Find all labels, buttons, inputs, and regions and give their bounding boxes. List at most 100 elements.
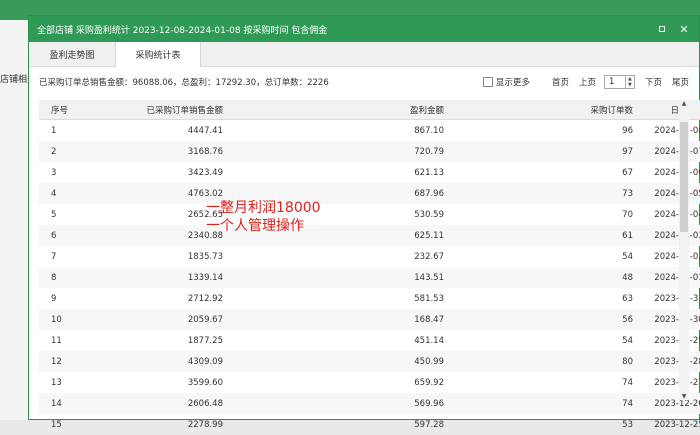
table-row[interactable]: 7 1835.73 232.67 54 2024-01-02	[39, 246, 700, 267]
cell-sales: 3599.60	[187, 377, 223, 388]
cell-sales: 4309.09	[82, 351, 303, 372]
summary-text: 已采购订单总销售金额：96088.06，总盈利：17292.30，总订单数：22…	[39, 78, 329, 88]
cell-index: 8	[39, 267, 82, 288]
col-header-date[interactable]: 日期	[633, 100, 700, 120]
cell-sales: 1339.14	[82, 267, 303, 288]
cell-index: 1	[51, 125, 57, 136]
cell-date: 2024-01-07	[633, 141, 700, 162]
overlay-line-2: 一个人管理操作	[206, 218, 304, 234]
show-more-checkbox[interactable]	[482, 77, 493, 87]
scroll-up-icon[interactable]: ▲	[679, 100, 689, 107]
cell-profit: 232.67	[414, 251, 444, 262]
table-row[interactable]: 10 2059.67 168.47 56 2023-12-30	[39, 309, 700, 330]
table-row[interactable]: 9 2712.92 581.53 63 2023-12-31	[39, 288, 700, 309]
cell-index: 7	[51, 251, 57, 262]
cell-date: 2024-01-06	[654, 167, 700, 178]
cell-date: 2024-01-03	[633, 225, 700, 246]
cell-profit: 625.11	[303, 225, 444, 246]
cell-index: 13	[51, 377, 62, 388]
col-header-index[interactable]: 序号	[39, 100, 82, 120]
stats-table: 序号 已采购订单销售金额 盈利金额 采购订单数 日期 1 4447.41 867.1…	[39, 100, 700, 435]
col-header-orders[interactable]: 采购订单数	[444, 100, 633, 120]
cell-profit: 687.96	[303, 183, 444, 204]
table-row[interactable]: 5 2652.65 530.59 70 2024-01-04	[39, 204, 700, 225]
page-number-input[interactable]: 1	[603, 75, 626, 89]
table-row[interactable]: 2 3168.76 720.79 97 2024-01-07	[39, 141, 700, 162]
dialog-tabs: 盈利走势图 采购统计表	[29, 42, 699, 67]
cell-index: 12	[39, 351, 82, 372]
table-scrollbar[interactable]: ▲ ▼	[679, 100, 689, 400]
tab-purchase-table[interactable]: 采购统计表	[115, 42, 201, 67]
cell-index: 11	[51, 335, 62, 346]
cell-profit: 597.28	[414, 419, 444, 430]
cell-sales: 2059.67	[82, 309, 303, 330]
cell-profit: 569.96	[303, 393, 444, 414]
table-row[interactable]: 3 3423.49 621.13 67 2024-01-06	[39, 162, 700, 183]
prev-page-link[interactable]: 上页	[579, 76, 596, 88]
col-header-sales[interactable]: 已采购订单销售金额	[82, 100, 303, 120]
table-row[interactable]: 11 1877.25 451.14 54 2023-12-29	[39, 330, 700, 351]
cell-orders: 80	[444, 351, 633, 372]
cell-orders: 54	[622, 251, 633, 262]
cell-index: 2	[39, 141, 82, 162]
cell-date: 2024-01-08	[654, 125, 700, 136]
cell-sales: 1877.25	[187, 335, 223, 346]
scrollbar-thumb[interactable]	[680, 122, 688, 232]
cell-index: 14	[39, 393, 82, 414]
last-page-link[interactable]: 尾页	[672, 76, 689, 88]
cell-date: 2023-12-29	[654, 335, 700, 346]
cell-date: 2024-01-04	[654, 209, 700, 220]
table-row[interactable]: 12 4309.09 450.99 80 2023-12-28	[39, 351, 700, 372]
cell-orders: 56	[444, 309, 633, 330]
table-row[interactable]: 14 2606.48 569.96 74 2023-12-26	[39, 393, 700, 414]
page-spinner[interactable]: ▲ ▼	[625, 75, 635, 89]
cell-orders: 48	[444, 267, 633, 288]
cell-profit: 867.10	[414, 125, 444, 136]
cell-orders: 73	[444, 183, 633, 204]
background-sidebar: 店铺相关	[0, 20, 36, 420]
table-row[interactable]: 4 4763.02 687.96 73 2024-01-05	[39, 183, 700, 204]
table-row[interactable]: 8 1339.14 143.51 48 2024-01-01	[39, 267, 700, 288]
stats-table-area: 序号 已采购订单销售金额 盈利金额 采购订单数 日期 1 4447.41 867.1…	[39, 100, 700, 430]
maximize-icon[interactable]	[655, 22, 669, 36]
cell-sales: 3423.49	[187, 167, 223, 178]
cell-date: 2023-12-30	[633, 309, 700, 330]
cell-date: 2024-01-05	[633, 183, 700, 204]
table-row[interactable]: 1 4447.41 867.10 96 2024-01-08	[39, 120, 700, 142]
cell-profit: 143.51	[303, 267, 444, 288]
table-toolbar: 已采购订单总销售金额：96088.06，总盈利：17292.30，总订单数：22…	[29, 67, 699, 97]
purchase-stats-dialog: 全部店铺 采购盈利统计 2023-12-08-2024-01-08 按采购时间 …	[28, 15, 700, 430]
col-header-profit[interactable]: 盈利金额	[303, 100, 444, 120]
cell-date: 2024-01-01	[633, 267, 700, 288]
close-icon[interactable]: ✕	[677, 22, 691, 36]
cell-orders: 54	[622, 335, 633, 346]
tab-profit-trend[interactable]: 盈利走势图	[29, 42, 115, 66]
cell-profit: 659.92	[414, 377, 444, 388]
cell-orders: 96	[622, 125, 633, 136]
cell-index: 10	[39, 309, 82, 330]
cell-profit: 450.99	[303, 351, 444, 372]
overlay-line-1: 一整月利润18000	[206, 200, 321, 216]
cell-sales: 2606.48	[82, 393, 303, 414]
cell-profit: 581.53	[414, 293, 444, 304]
scroll-down-icon[interactable]: ▼	[679, 393, 689, 400]
table-row[interactable]: 15 2278.99 597.28 53 2023-12-25	[39, 414, 700, 435]
next-page-link[interactable]: 下页	[645, 76, 662, 88]
cell-orders: 74	[622, 377, 633, 388]
cell-sales: 2712.92	[187, 293, 223, 304]
cell-profit: 168.47	[303, 309, 444, 330]
first-page-link[interactable]: 首页	[552, 76, 569, 88]
cell-date: 2023-12-25	[654, 419, 700, 430]
table-row[interactable]: 13 3599.60 659.92 74 2023-12-27	[39, 372, 700, 393]
show-more-toggle[interactable]: 显示更多	[482, 76, 530, 88]
cell-orders: 53	[622, 419, 633, 430]
cell-profit: 720.79	[303, 141, 444, 162]
table-row[interactable]: 6 2340.88 625.11 61 2024-01-03	[39, 225, 700, 246]
cell-index: 6	[39, 225, 82, 246]
cell-sales: 4447.41	[187, 125, 223, 136]
cell-index: 3	[51, 167, 57, 178]
dialog-title: 全部店铺 采购盈利统计 2023-12-08-2024-01-08 按采购时间 …	[37, 25, 328, 36]
cell-date: 2023-12-31	[654, 293, 700, 304]
cell-sales: 2278.99	[187, 419, 223, 430]
cell-date: 2023-12-26	[633, 393, 700, 414]
